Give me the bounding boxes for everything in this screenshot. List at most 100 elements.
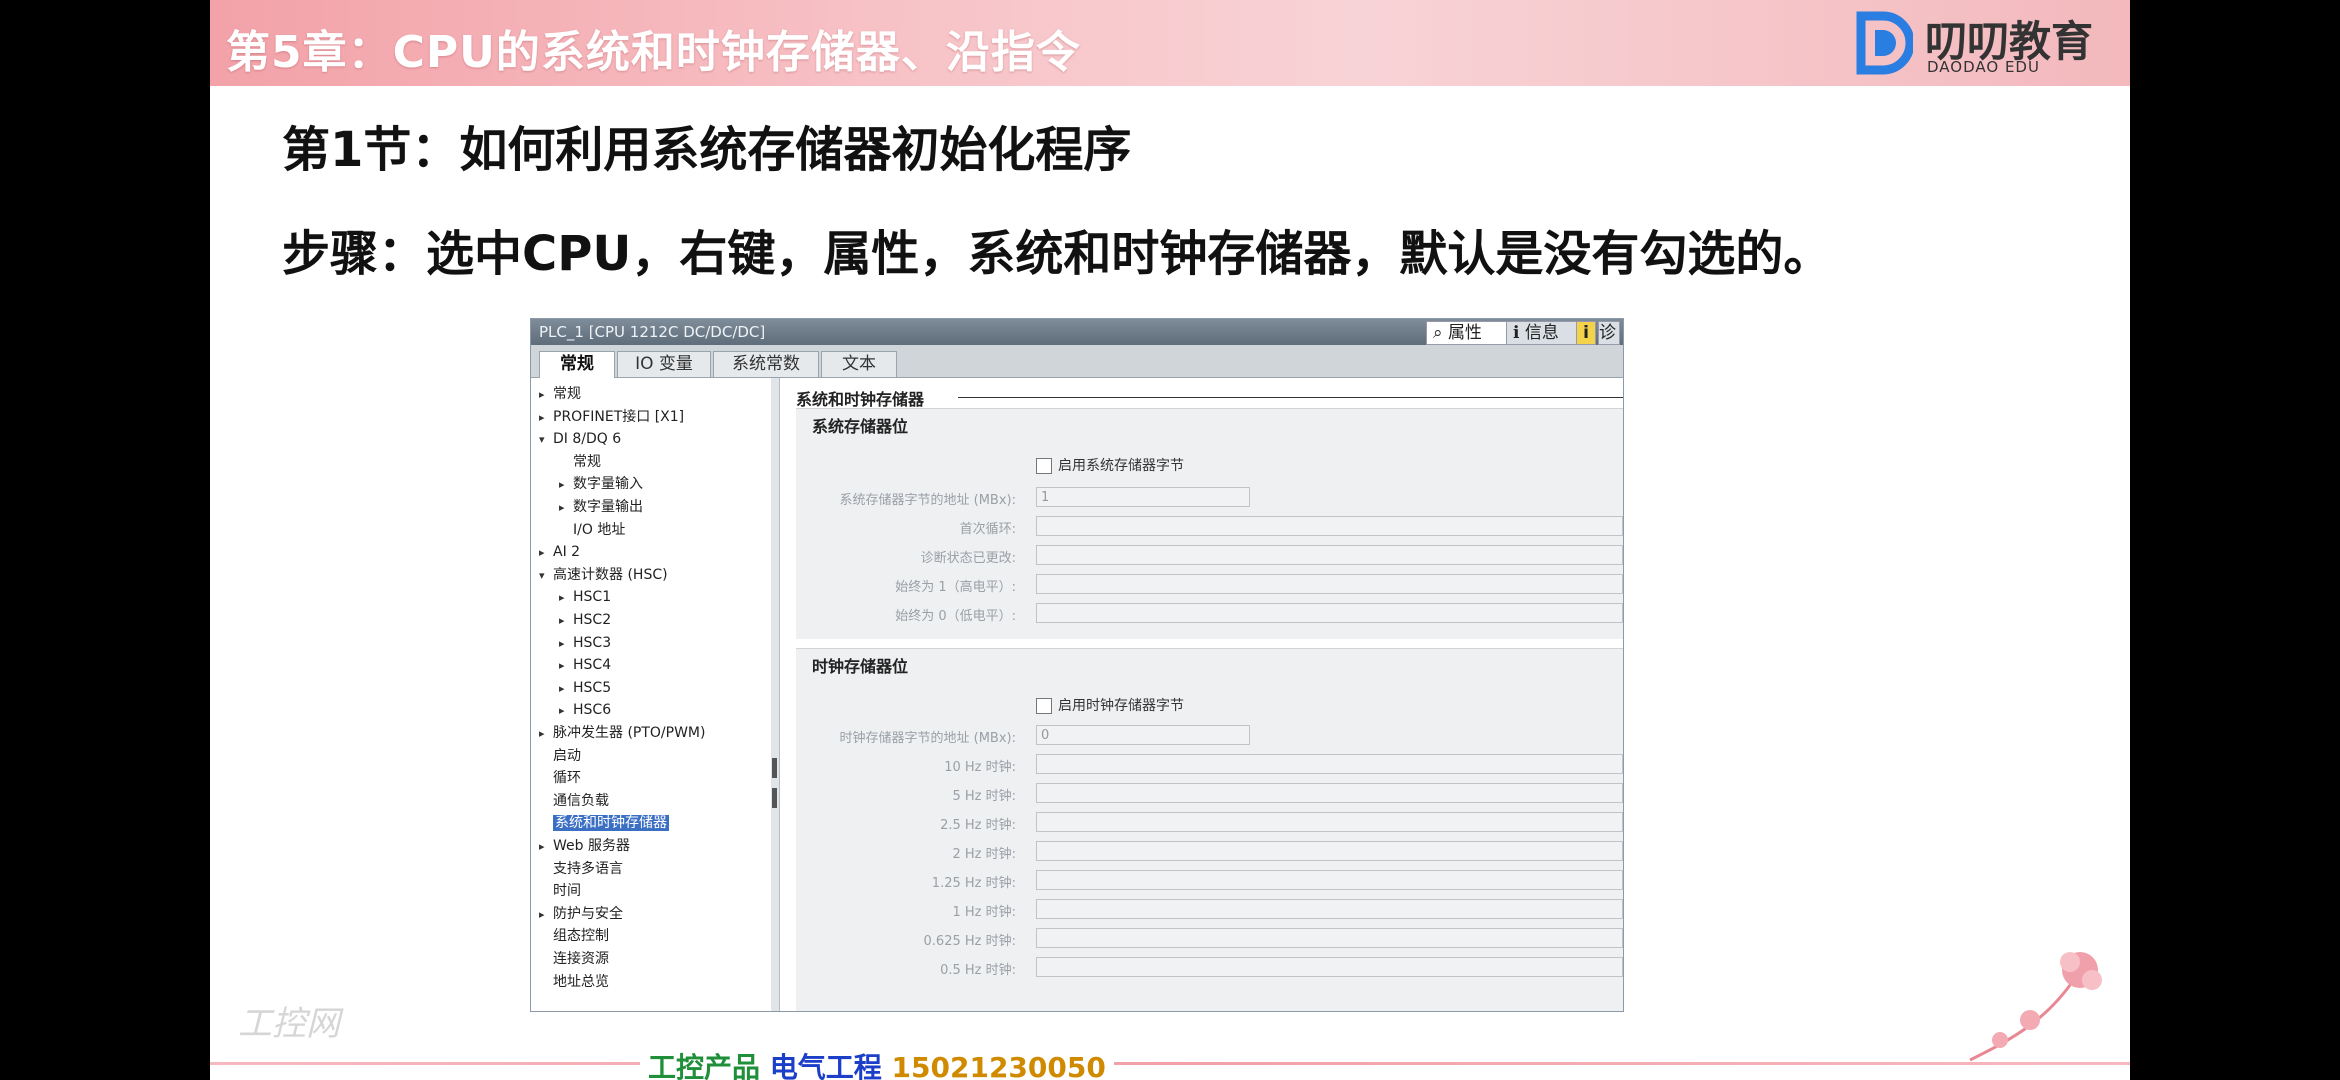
checkbox-box[interactable] — [1036, 458, 1052, 474]
tree-item[interactable]: ▸ 常规 — [539, 384, 581, 404]
chevron-down-icon[interactable]: ▾ — [539, 566, 553, 586]
bit-address-field[interactable] — [1036, 516, 1623, 536]
tree-item[interactable]: ▾ 高速计数器 (HSC) — [539, 565, 668, 585]
bit-address-field[interactable] — [1036, 754, 1623, 774]
tree-item-label: HSC4 — [573, 657, 612, 674]
chevron-right-icon[interactable]: ▸ — [559, 701, 573, 721]
tree-item[interactable]: I/O 地址 — [559, 520, 625, 540]
field-label: 5 Hz 时钟: — [952, 789, 1016, 804]
tree-item[interactable]: 启动 — [539, 746, 581, 766]
chevron-right-icon[interactable]: ▸ — [539, 837, 553, 857]
footer-contact: 工控产品 电气工程 15021230050 — [640, 1046, 1114, 1080]
chevron-right-icon[interactable]: ▸ — [559, 475, 573, 495]
slide: 第5章：CPU的系统和时钟存储器、沿指令 叨叨教育 DAODAO EDU 第1节… — [210, 0, 2130, 1080]
chevron-right-icon[interactable]: ▸ — [539, 905, 553, 925]
splitter[interactable] — [771, 378, 780, 1011]
tree-item[interactable]: ▸ HSC3 — [559, 633, 611, 653]
tree-item[interactable]: 系统和时钟存储器 — [539, 813, 669, 833]
chevron-right-icon[interactable]: ▸ — [559, 611, 573, 631]
field-label: 始终为 1（高电平）: — [895, 580, 1016, 595]
steps-text: 步骤：选中CPU，右键，属性，系统和时钟存储器，默认是没有勾选的。 — [282, 226, 1832, 282]
bit-address-field[interactable] — [1036, 574, 1623, 594]
footer-engineering: 电气工程 — [769, 1051, 882, 1080]
tree-item[interactable]: ▸ 防护与安全 — [539, 904, 623, 924]
tree-item-label: 启动 — [553, 747, 581, 764]
prop-tab-info[interactable]: ℹ 信息 — [1506, 321, 1584, 345]
tree-item[interactable]: 通信负载 — [539, 791, 609, 811]
tree-item[interactable]: 连接资源 — [539, 949, 609, 969]
chevron-right-icon[interactable]: ▸ — [539, 408, 553, 428]
enable-clock-memory-checkbox[interactable]: 启用时钟存储器字节 — [1036, 695, 1184, 715]
tree-item[interactable]: 常规 — [559, 452, 601, 472]
tree-item[interactable]: ▸ Web 服务器 — [539, 836, 630, 856]
heading-divider — [958, 397, 1623, 398]
bit-address-field[interactable] — [1036, 957, 1623, 977]
tree-item[interactable]: 支持多语言 — [539, 859, 623, 879]
bit-address-field[interactable] — [1036, 545, 1623, 565]
chevron-right-icon[interactable]: ▸ — [539, 543, 553, 563]
expand-handle-icon[interactable] — [772, 788, 777, 808]
tab-general[interactable]: 常规 — [539, 351, 615, 378]
tree-item[interactable]: ▸ 数字量输入 — [559, 474, 643, 494]
navigation-tree: ▸ 常规 ▸ PROFINET接口 [X1] ▾ DI 8/DQ 6 常规 ▸ 数字量输入 ▸ 数字… — [531, 378, 772, 1011]
chevron-right-icon[interactable]: ▸ — [539, 385, 553, 405]
tree-item[interactable]: ▸ HSC2 — [559, 610, 611, 630]
chevron-right-icon[interactable]: ▸ — [559, 634, 573, 654]
tab-texts[interactable]: 文本 — [821, 351, 897, 377]
tree-item[interactable]: ▾ DI 8/DQ 6 — [539, 429, 621, 449]
bit-address-field[interactable] — [1036, 603, 1623, 623]
tree-item-label: I/O 地址 — [573, 521, 626, 538]
tree-item[interactable]: ▸ 脉冲发生器 (PTO/PWM) — [539, 723, 705, 743]
field-label: 2.5 Hz 时钟: — [940, 818, 1016, 833]
content-pane: 系统和时钟存储器 系统存储器位 启用系统存储器字节 系统存储器字节的地址 (MB… — [780, 378, 1623, 1011]
bit-address-field[interactable] — [1036, 928, 1623, 948]
tree-item-label: 地址总览 — [553, 973, 609, 990]
tree-item[interactable]: ▸ HSC1 — [559, 587, 611, 607]
tree-item[interactable]: 循环 — [539, 768, 581, 788]
address-input[interactable]: 1 — [1036, 487, 1250, 507]
chevron-right-icon[interactable]: ▸ — [539, 724, 553, 744]
prop-tab-i[interactable]: i — [1576, 321, 1596, 345]
chevron-right-icon[interactable]: ▸ — [559, 656, 573, 676]
bit-address-field[interactable] — [1036, 841, 1623, 861]
tree-item[interactable]: 时间 — [539, 881, 581, 901]
prop-tab-diagnostics[interactable]: 诊 — [1598, 321, 1620, 345]
tree-item[interactable]: ▸ 数字量输出 — [559, 497, 643, 517]
chevron-right-icon[interactable]: ▸ — [559, 679, 573, 699]
prop-tab-properties[interactable]: ⌕ 属性 — [1426, 321, 1514, 345]
collapse-handle-icon[interactable] — [772, 758, 777, 778]
bit-address-field[interactable] — [1036, 870, 1623, 890]
bit-address-field[interactable] — [1036, 783, 1623, 803]
tab-io-tags[interactable]: IO 变量 — [617, 351, 711, 377]
chevron-right-icon[interactable]: ▸ — [559, 498, 573, 518]
tree-item[interactable]: 地址总览 — [539, 972, 609, 992]
prop-tab-properties-label: 属性 — [1447, 323, 1482, 343]
tree-item[interactable]: ▸ AI 2 — [539, 542, 580, 562]
bit-address-field[interactable] — [1036, 812, 1623, 832]
tree-item[interactable]: 组态控制 — [539, 926, 609, 946]
tree-item[interactable]: ▸ HSC6 — [559, 700, 611, 720]
tree-item-label: 防护与安全 — [553, 905, 623, 922]
tree-item[interactable]: ▸ HSC5 — [559, 678, 611, 698]
chevron-down-icon[interactable]: ▾ — [539, 430, 553, 450]
tree-item-label: AI 2 — [553, 544, 581, 561]
prop-tab-info-label: 信息 — [1524, 323, 1559, 343]
tree-item[interactable]: ▸ HSC4 — [559, 655, 611, 675]
prop-tab-i-label: i — [1583, 323, 1589, 343]
bit-address-field[interactable] — [1036, 899, 1623, 919]
chevron-right-icon[interactable]: ▸ — [559, 588, 573, 608]
tab-system-constants[interactable]: 系统常数 — [713, 351, 819, 377]
banner: 第5章：CPU的系统和时钟存储器、沿指令 叨叨教育 DAODAO EDU — [210, 0, 2130, 86]
system-memory-title: 系统存储器位 — [812, 417, 909, 436]
address-input[interactable]: 0 — [1036, 725, 1250, 745]
tab-bar: 常规 IO 变量 系统常数 文本 — [531, 345, 1623, 378]
info-icon: ℹ — [1513, 323, 1520, 343]
search-icon: ⌕ — [1433, 323, 1443, 343]
enable-clock-memory-label: 启用时钟存储器字节 — [1058, 698, 1184, 714]
tree-item-label: HSC1 — [573, 589, 612, 606]
clock-memory-title: 时钟存储器位 — [812, 657, 909, 676]
tree-item-label: 常规 — [573, 453, 601, 470]
checkbox-box[interactable] — [1036, 698, 1052, 714]
enable-system-memory-checkbox[interactable]: 启用系统存储器字节 — [1036, 455, 1184, 475]
tree-item[interactable]: ▸ PROFINET接口 [X1] — [539, 407, 684, 427]
